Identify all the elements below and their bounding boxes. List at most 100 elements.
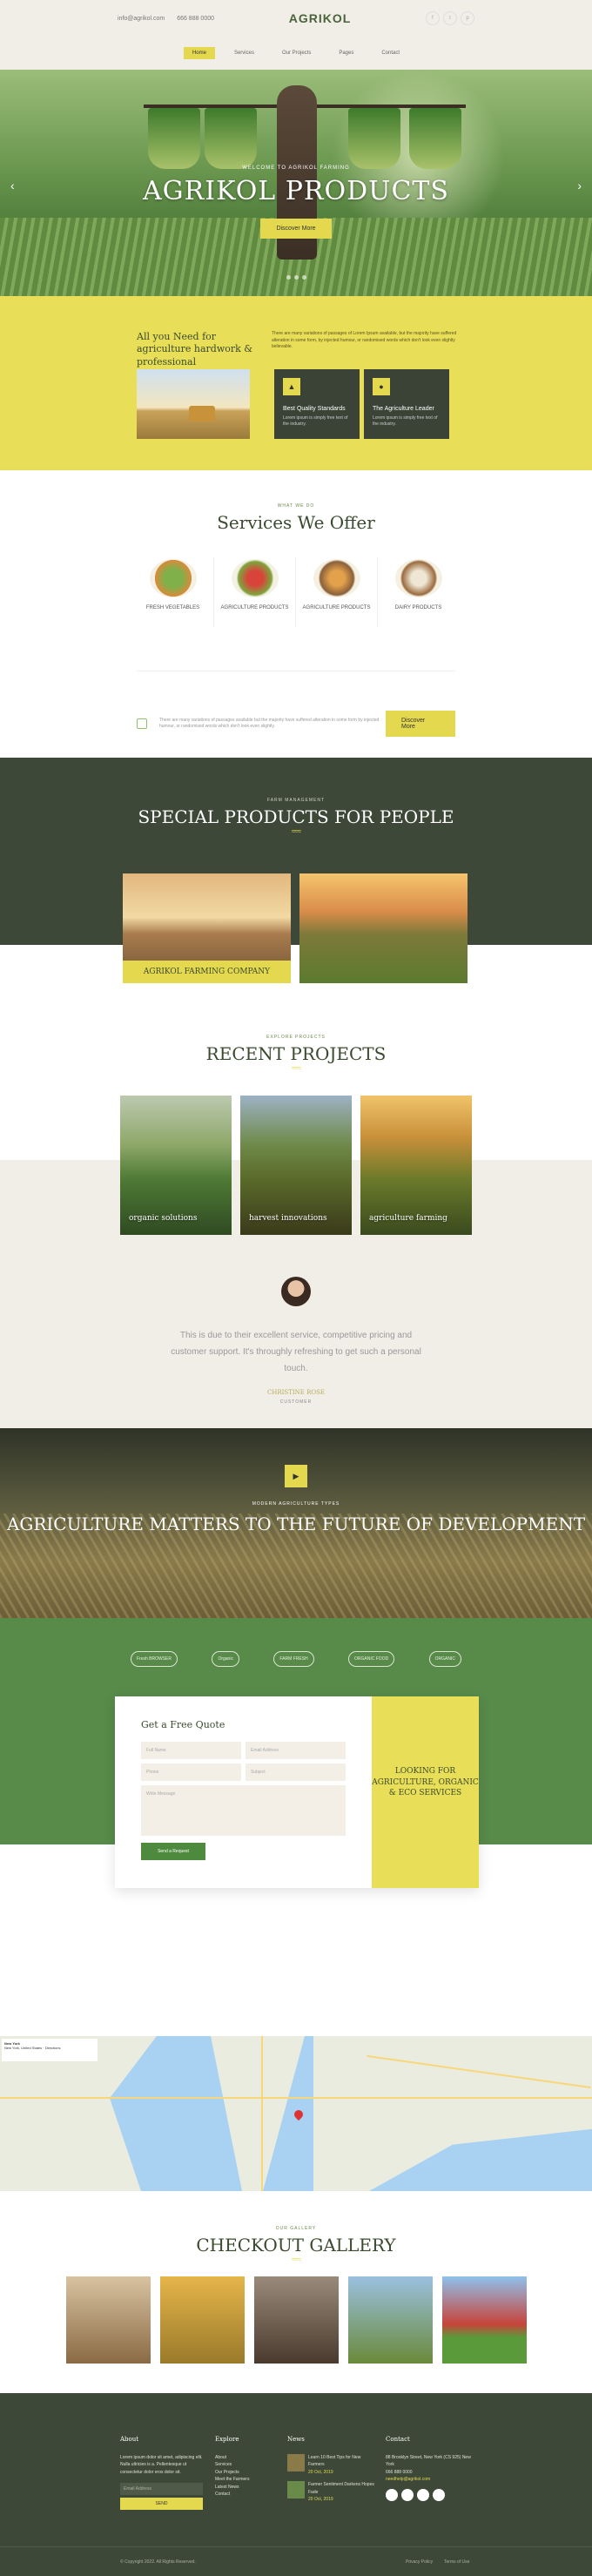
quote-form: Get a Free Quote Full Name Email Address… (115, 1696, 479, 1888)
special-kicker: FARM MANAGEMENT (266, 798, 326, 803)
header-contacts: info@agrikol.com 666 888 0000 (118, 16, 214, 22)
hero-bundle (148, 108, 200, 169)
special-title: SPECIAL PRODUCTS FOR PEOPLE (138, 806, 454, 827)
feature-text: Lorem ipsum is simply free text of the i… (373, 415, 438, 427)
privacy-link[interactable]: Privacy Policy (406, 2559, 433, 2565)
gallery-image[interactable] (160, 2276, 245, 2364)
newsletter-send-button[interactable]: SEND (120, 2498, 203, 2511)
dairy-image (394, 559, 442, 597)
gallery-image[interactable] (442, 2276, 527, 2364)
gallery-image[interactable] (348, 2276, 433, 2364)
logo[interactable]: AGRIKOL (289, 11, 352, 25)
footer-news: News Learn 10 Best Tips for New Farmers 2… (287, 2435, 374, 2504)
news-item[interactable]: Farmer Sentiment Darkens Hopes Fade 20 Oc… (287, 2481, 374, 2504)
footer-social (386, 2488, 473, 2501)
brand-logo[interactable]: ORGANIC (428, 1651, 461, 1667)
map-land (211, 2036, 305, 2191)
twitter-icon[interactable]: t (442, 11, 457, 25)
slider-next-icon[interactable]: › (577, 179, 582, 192)
instagram-icon[interactable] (417, 2488, 429, 2501)
subject-field[interactable]: Subject (246, 1763, 346, 1781)
full-name-field[interactable]: Full Name (141, 1742, 241, 1759)
project-card[interactable]: harvest innovations (240, 1096, 352, 1235)
service-label: AGRICULTURE PRODUCTS (302, 605, 371, 610)
pinterest-icon[interactable] (433, 2488, 445, 2501)
play-icon[interactable]: ▶ (285, 1465, 307, 1487)
news-thumb (287, 2453, 305, 2471)
service-label: FRESH VEGETABLES (145, 605, 200, 610)
facebook-icon[interactable]: f (425, 11, 440, 25)
notice-text: There are many variations of passages av… (159, 717, 380, 730)
testimonial-name: CHRISTINE ROSE (266, 1389, 326, 1396)
hero-discover-button[interactable]: Discover More (260, 219, 332, 239)
facebook-icon[interactable] (386, 2488, 398, 2501)
pinterest-icon[interactable]: p (460, 11, 474, 25)
brand-logo[interactable]: Fresh BROWSER (131, 1651, 178, 1667)
header-email[interactable]: info@agrikol.com (118, 16, 165, 22)
agri-kicker: MODERN AGRICULTURE TYPES (252, 1501, 340, 1507)
slider-dot[interactable] (286, 275, 291, 280)
footer-email[interactable]: needhelp@agrikol.com (386, 2476, 473, 2484)
project-card[interactable]: agriculture farming (360, 1096, 472, 1235)
map-pin-icon[interactable] (292, 2107, 306, 2121)
news-date: 20 Oct, 2019 (308, 2497, 333, 2503)
brand-logo[interactable]: Organic (212, 1651, 239, 1667)
windmill-field-image[interactable] (299, 873, 468, 983)
services-discover-button[interactable]: Discover More (386, 711, 455, 737)
services-section: WHAT WE DO Services We Offer FRESH VEGET… (0, 470, 592, 758)
service-item[interactable]: AGRICULTURE PRODUCTS (214, 559, 295, 612)
footer-phone[interactable]: 666 888 0000 (386, 2469, 473, 2477)
gallery-image[interactable] (66, 2276, 151, 2364)
gallery-kicker: OUR GALLERY (275, 2226, 317, 2231)
gallery-image[interactable] (254, 2276, 339, 2364)
twitter-icon[interactable] (401, 2488, 414, 2501)
wave-divider: ≈≈≈ (291, 827, 301, 835)
sunset-farm-image[interactable]: AGRIKOL FARMING COMPANY (123, 873, 291, 983)
nav-pages[interactable]: Pages (330, 47, 362, 59)
service-item[interactable]: FRESH VEGETABLES (132, 559, 213, 612)
footer-bottom-bar: © Copyright 2022. All Rights Reserved. P… (0, 2546, 592, 2576)
hero-content: WELCOME TO AGRIKOL FARMING AGRIKOL PRODU… (0, 165, 592, 239)
message-field[interactable]: Write Message (141, 1785, 346, 1836)
logo-text: AGRIKOL (288, 11, 352, 25)
nav-projects[interactable]: Our Projects (273, 47, 320, 59)
intro-heading: All you Need for agriculture hardwork & … (137, 331, 253, 368)
services-kicker: WHAT WE DO (277, 503, 315, 509)
service-item[interactable]: AGRICULTURE PRODUCTS (296, 559, 377, 612)
nav-contact[interactable]: Contact (373, 47, 408, 59)
header-phone[interactable]: 666 888 0000 (177, 16, 214, 22)
news-item[interactable]: Learn 10 Best Tips for New Farmers 20 Oct… (287, 2453, 374, 2477)
brand-logo[interactable]: FARM FRESH (273, 1651, 314, 1667)
service-item[interactable]: DAIRY PRODUCTS (378, 559, 459, 612)
project-card[interactable]: organic solutions (120, 1096, 232, 1235)
slider-dot[interactable] (293, 275, 299, 280)
footer-link[interactable]: Services (215, 2461, 276, 2469)
project-label: organic solutions (129, 1214, 198, 1224)
feature-card: ● The Agriculture Leader Lorem ipsum is … (364, 369, 449, 439)
newsletter-input[interactable]: Email Address (120, 2483, 203, 2496)
tractor-icon: ▲ (283, 378, 300, 395)
product-label: AGRIKOL FARMING COMPANY (123, 961, 291, 983)
nav-home[interactable]: Home (183, 47, 215, 59)
footer-link[interactable]: Contact (215, 2491, 276, 2498)
footer-about-text: Lorem ipsum dolor sit amet, adipiscing e… (120, 2454, 203, 2475)
hero-kicker: WELCOME TO AGRIKOL FARMING (242, 165, 350, 171)
footer-link[interactable]: About (215, 2454, 276, 2462)
terms-link[interactable]: Terms of Use (444, 2559, 469, 2565)
map-sub[interactable]: New York, United States · Directions (4, 2046, 60, 2050)
projects-section: EXPLORE PROJECTS RECENT PROJECTS ≈≈≈ org… (0, 1001, 592, 1245)
footer-link[interactable]: Latest News (215, 2484, 276, 2492)
brand-logo[interactable]: ORGANIC FOOD (348, 1651, 395, 1667)
phone-field[interactable]: Phone (141, 1763, 241, 1781)
footer-contact-title: Contact (386, 2436, 410, 2443)
footer-link[interactable]: Our Projects (215, 2469, 276, 2477)
nav-services[interactable]: Services (225, 47, 263, 59)
send-request-button[interactable]: Send a Request (141, 1843, 205, 1860)
slider-dot[interactable] (301, 275, 306, 280)
quote-title: Get a Free Quote (141, 1719, 225, 1730)
feature-text: Lorem ipsum is simply free text of the i… (283, 415, 348, 427)
map[interactable]: New York New York, United States · Direc… (0, 2036, 592, 2191)
footer-link[interactable]: Meet the Farmers (215, 2476, 276, 2484)
slider-prev-icon[interactable]: ‹ (10, 179, 15, 192)
email-field[interactable]: Email Address (246, 1742, 346, 1759)
